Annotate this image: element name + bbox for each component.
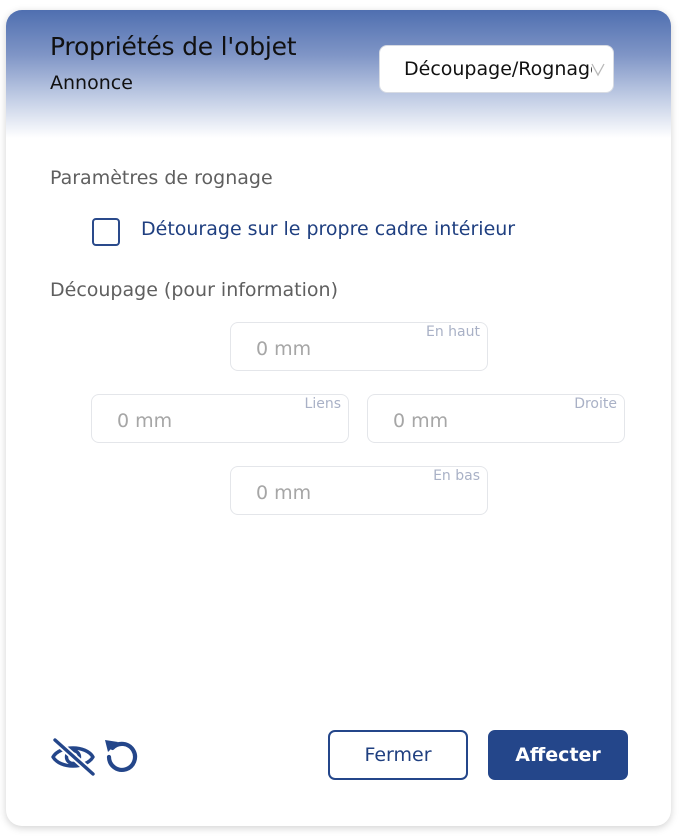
close-button[interactable]: Fermer xyxy=(328,730,468,780)
mode-select-value: Découpage/Rognage xyxy=(404,58,592,80)
trim-bottom-field: En bas xyxy=(230,466,488,515)
crop-settings-label: Paramètres de rognage xyxy=(50,167,273,189)
trim-left-label: Liens xyxy=(304,396,341,412)
trim-left-field: Liens xyxy=(91,394,349,443)
dialog-header: Propriétés de l'objet Annonce Découpage/… xyxy=(6,10,671,138)
mode-select[interactable]: Découpage/Rognage xyxy=(379,45,614,93)
trim-top-label: En haut xyxy=(426,324,480,340)
reset-icon[interactable] xyxy=(102,736,142,776)
trim-bottom-label: En bas xyxy=(433,468,480,484)
chevron-down-icon xyxy=(591,63,605,77)
trim-right-label: Droite xyxy=(574,396,617,412)
clip-to-inner-frame-checkbox[interactable] xyxy=(92,218,120,246)
object-properties-dialog: Propriétés de l'objet Annonce Découpage/… xyxy=(6,10,671,826)
eye-slash-icon[interactable] xyxy=(50,737,96,777)
apply-button[interactable]: Affecter xyxy=(488,730,628,780)
trim-top-field: En haut xyxy=(230,322,488,371)
dialog-title: Propriétés de l'objet xyxy=(50,32,297,61)
dialog-subtitle: Annonce xyxy=(50,72,133,94)
trim-section-label: Découpage (pour information) xyxy=(50,279,338,301)
clip-to-inner-frame-label[interactable]: Détourage sur le propre cadre intérieur xyxy=(141,218,515,240)
trim-right-field: Droite xyxy=(367,394,625,443)
